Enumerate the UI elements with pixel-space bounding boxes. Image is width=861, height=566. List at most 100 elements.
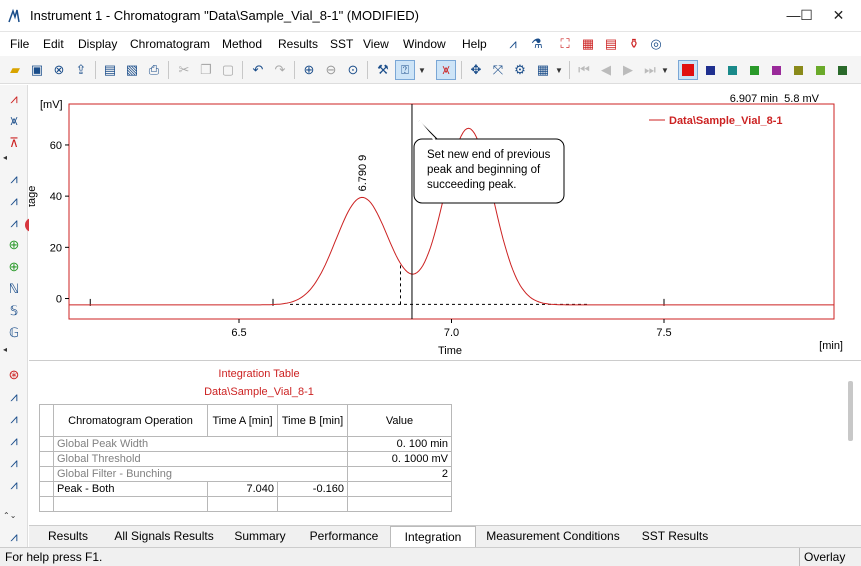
paste-icon[interactable]: ▢ [218,60,238,80]
row-value[interactable] [347,481,452,497]
peak-icon[interactable]: ⩙ [436,60,456,80]
cut-icon[interactable]: ✂ [174,60,194,80]
instrument-icon[interactable]: ⩘ [503,34,523,54]
redo-icon[interactable]: ↷ [270,60,290,80]
vials-icon[interactable]: ⚱ [624,34,644,54]
row-operation[interactable] [53,496,208,512]
first-icon[interactable]: ⏮ [574,60,594,80]
integration-table[interactable]: Chromatogram Operation Time A [min] Time… [39,404,452,512]
color-lime-icon[interactable] [810,60,830,80]
print-preview-icon[interactable]: ▤ [100,60,120,80]
menu-file[interactable]: File [10,37,29,51]
chart-icon[interactable]: ▦ [578,34,598,54]
tab-all-signals-results[interactable]: All Signals Results [109,528,219,546]
color-red-icon[interactable] [678,60,698,80]
collapse-arrow-icon[interactable]: ◂ [3,153,25,162]
close-doc-icon[interactable]: ⊗ [49,60,69,80]
color-darkgreen-icon[interactable] [832,60,852,80]
menu-method[interactable]: Method [222,37,262,51]
last-icon[interactable]: ⏭ [640,60,660,80]
peak-start-icon[interactable]: ⩘ [4,169,24,189]
open-folder-icon[interactable]: ▰ [5,60,25,80]
tooltip-icon[interactable]: ⍰ [395,60,415,80]
split-peak-icon[interactable]: ⩙ [4,111,24,131]
tab-measurement-conditions[interactable]: Measurement Conditions [481,528,625,546]
rear-tangent-icon[interactable]: ⩘ [4,475,24,495]
sequence-icon[interactable]: ▤ [601,34,621,54]
export-icon[interactable]: ⇪ [71,60,91,80]
col-operation[interactable]: Chromatogram Operation [53,404,208,437]
color-navy-icon[interactable] [700,60,720,80]
row-value[interactable] [347,496,452,512]
tab-integration[interactable]: Integration [390,526,476,547]
collapse-arrow-icon[interactable]: ◂ [3,345,25,354]
color-purple-icon[interactable] [766,60,786,80]
save-icon[interactable]: ▣ [27,60,47,80]
valley-icon[interactable]: ⩘ [4,409,24,429]
menu-window[interactable]: Window [403,37,446,51]
fullscreen-icon[interactable]: ⤧ [488,60,508,80]
dropdown-arrow-icon[interactable]: ▼ [554,60,564,80]
report-icon[interactable]: ▧ [122,60,142,80]
n-peak-icon[interactable]: ℕ [4,279,24,299]
expand-arrows-icon[interactable]: ⌃⌄ [3,511,25,520]
tune-icon[interactable]: ⚙ [510,60,530,80]
col-value[interactable]: Value [347,404,452,437]
menu-sst[interactable]: SST [330,37,353,51]
color-olive-icon[interactable] [788,60,808,80]
col-time-a[interactable]: Time A [min] [207,404,278,437]
delete-peak-icon[interactable]: ⊼ [4,133,24,153]
row-value[interactable]: 0. 1000 mV [347,451,452,467]
prev-icon[interactable]: ◀ [596,60,616,80]
tab-summary[interactable]: Summary [229,528,291,546]
zoom-out-icon[interactable]: ⊖ [321,60,341,80]
menu-view[interactable]: View [363,37,389,51]
row-time-b[interactable] [277,496,348,512]
manual-integration-icon[interactable]: ⩘ [4,527,24,547]
print-icon[interactable]: ⎙ [144,60,164,80]
row-time-a[interactable]: 7.040 [207,481,278,497]
table-row[interactable] [39,496,452,512]
dropdown-arrow-icon[interactable]: ▼ [660,60,670,80]
chromatogram-chart[interactable]: 0 20 40 60 6.5 7.0 7.5 6.790 9 [mV] tage Time… [29,85,861,357]
menu-chromatogram[interactable]: Chromatogram [130,37,210,51]
peak-both-icon[interactable]: ⩘ [4,213,24,233]
close-button[interactable]: ✕ [816,0,861,30]
menu-edit[interactable]: Edit [43,37,64,51]
wrench-icon[interactable]: ⚒ [373,60,393,80]
reintegrate-icon[interactable]: ⊛ [4,365,24,385]
front-tangent-icon[interactable]: ⩘ [4,453,24,473]
tab-sst-results[interactable]: SST Results [635,528,715,546]
zoom-fit-icon[interactable]: ⊙ [343,60,363,80]
vertical-scrollbar[interactable] [848,381,853,441]
row-time-a[interactable] [207,496,278,512]
undo-icon[interactable]: ↶ [248,60,268,80]
row-value[interactable]: 0. 100 min [347,436,452,452]
menu-display[interactable]: Display [78,37,117,51]
add-peak-icon[interactable]: ⊕ [4,235,24,255]
table-row[interactable]: Peak - Both 7.040 -0.160 [39,481,452,497]
target-icon[interactable]: ◎ [646,34,666,54]
row-time-b[interactable]: -0.160 [277,481,348,497]
g-peak-icon[interactable]: 𝔾 [4,323,24,343]
flask-icon[interactable]: ⚗ [527,34,547,54]
menu-help[interactable]: Help [462,37,487,51]
tab-performance[interactable]: Performance [304,528,384,546]
color-green-icon[interactable] [744,60,764,80]
row-operation[interactable]: Peak - Both [53,481,208,497]
graph-icon[interactable]: ⛶ [555,34,575,54]
table-row[interactable]: Global Filter - Bunching 2 [39,466,452,482]
tab-results[interactable]: Results [39,528,97,546]
dropdown-arrow-icon[interactable]: ▼ [417,60,427,80]
baseline-icon[interactable]: ⩘ [4,387,24,407]
table-row[interactable]: Global Threshold 0. 1000 mV [39,451,452,467]
s-peak-icon[interactable]: 𝕊 [4,301,24,321]
add-negative-peak-icon[interactable]: ⊕ [4,257,24,277]
move-icon[interactable]: ✥ [466,60,486,80]
tangent-icon[interactable]: ⩘ [4,431,24,451]
color-teal-icon[interactable] [722,60,742,80]
menu-results[interactable]: Results [278,37,318,51]
copy-icon[interactable]: ❐ [196,60,216,80]
peak-end-icon[interactable]: ⩘ [4,191,24,211]
row-value[interactable]: 2 [347,466,452,482]
